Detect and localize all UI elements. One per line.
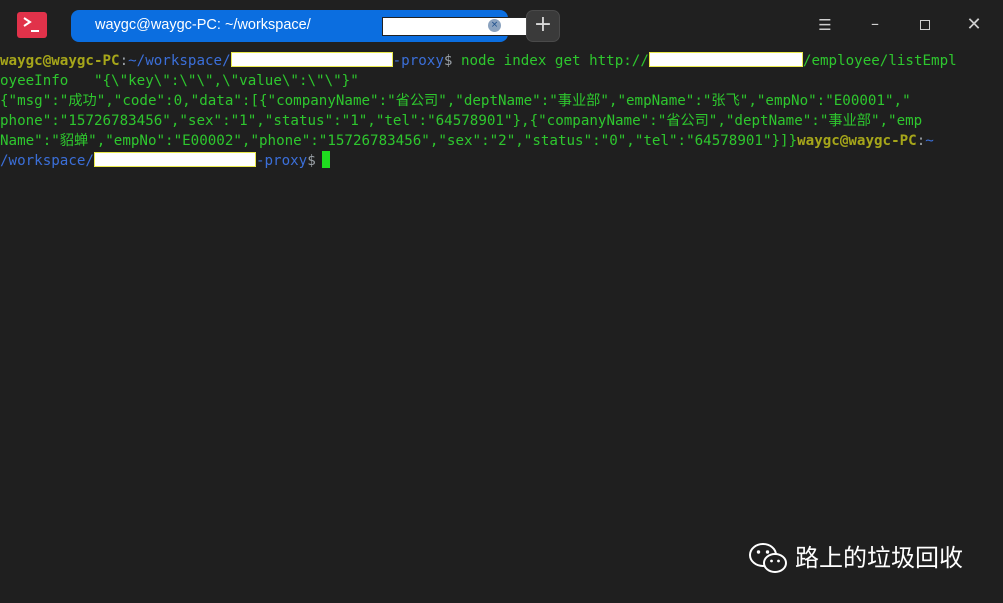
close-icon[interactable]: ✕ — [963, 14, 985, 36]
command-tail: /employee/listEmpl — [802, 53, 957, 69]
maximize-icon[interactable] — [914, 14, 936, 36]
prompt-user: waygc@waygc-PC — [0, 53, 120, 69]
prompt-colon: : — [916, 133, 926, 149]
tab-title: waygc@waygc-PC: ~/workspace/ — [95, 17, 311, 33]
prompt-user: waygc@waygc-PC — [797, 133, 917, 149]
command-text: node index get http:// — [452, 53, 649, 69]
tab-terminal-session[interactable]: waygc@waygc-PC: ~/workspace/ — [71, 10, 556, 42]
terminal-line: oyeeInfo "{\"key\":\"\",\"value\":\"\"}" — [0, 73, 359, 89]
redacted-box — [93, 152, 256, 167]
terminal-app-icon — [17, 12, 47, 38]
terminal-line: /workspace/ -proxy$ — [0, 151, 330, 171]
text-cursor — [321, 151, 330, 168]
tab-close-icon[interactable]: × — [488, 19, 501, 32]
json-output: Name":"貂蝉","empNo":"E00002","phone":"157… — [0, 133, 798, 149]
prompt-suffix: -proxy — [392, 53, 444, 69]
terminal-line: {"msg":"成功","code":0,"data":[{"companyNa… — [0, 93, 911, 109]
prompt-colon: : — [119, 53, 129, 69]
terminal-output[interactable]: waygc@waygc-PC:~/workspace/-proxy$ node … — [0, 50, 1003, 603]
menu-icon[interactable]: ☰ — [814, 14, 836, 36]
prompt-path: /workspace/ — [0, 153, 94, 169]
prompt-path: ~ — [925, 133, 934, 149]
watermark-text: 路上的垃圾回收 — [795, 544, 963, 572]
terminal-line: Name":"貂蝉","empNo":"E00002","phone":"157… — [0, 131, 934, 151]
new-tab-button[interactable]: + — [526, 10, 560, 42]
redacted-box — [648, 52, 803, 67]
prompt-path: ~/workspace/ — [128, 53, 231, 69]
prompt-suffix: -proxy — [255, 153, 308, 169]
minimize-icon[interactable]: – — [864, 14, 886, 36]
terminal-line: waygc@waygc-PC:~/workspace/-proxy$ node … — [0, 51, 957, 71]
prompt-dollar: $ — [307, 153, 316, 169]
terminal-line: phone":"15726783456","sex":"1","status":… — [0, 113, 923, 129]
wechat-icon — [749, 543, 787, 573]
redacted-box — [230, 52, 393, 67]
title-bar: waygc@waygc-PC: ~/workspace/ × + ☰ – ✕ — [0, 0, 1003, 50]
terminal-window: waygc@waygc-PC: ~/workspace/ × + ☰ – ✕ w… — [0, 0, 1003, 603]
